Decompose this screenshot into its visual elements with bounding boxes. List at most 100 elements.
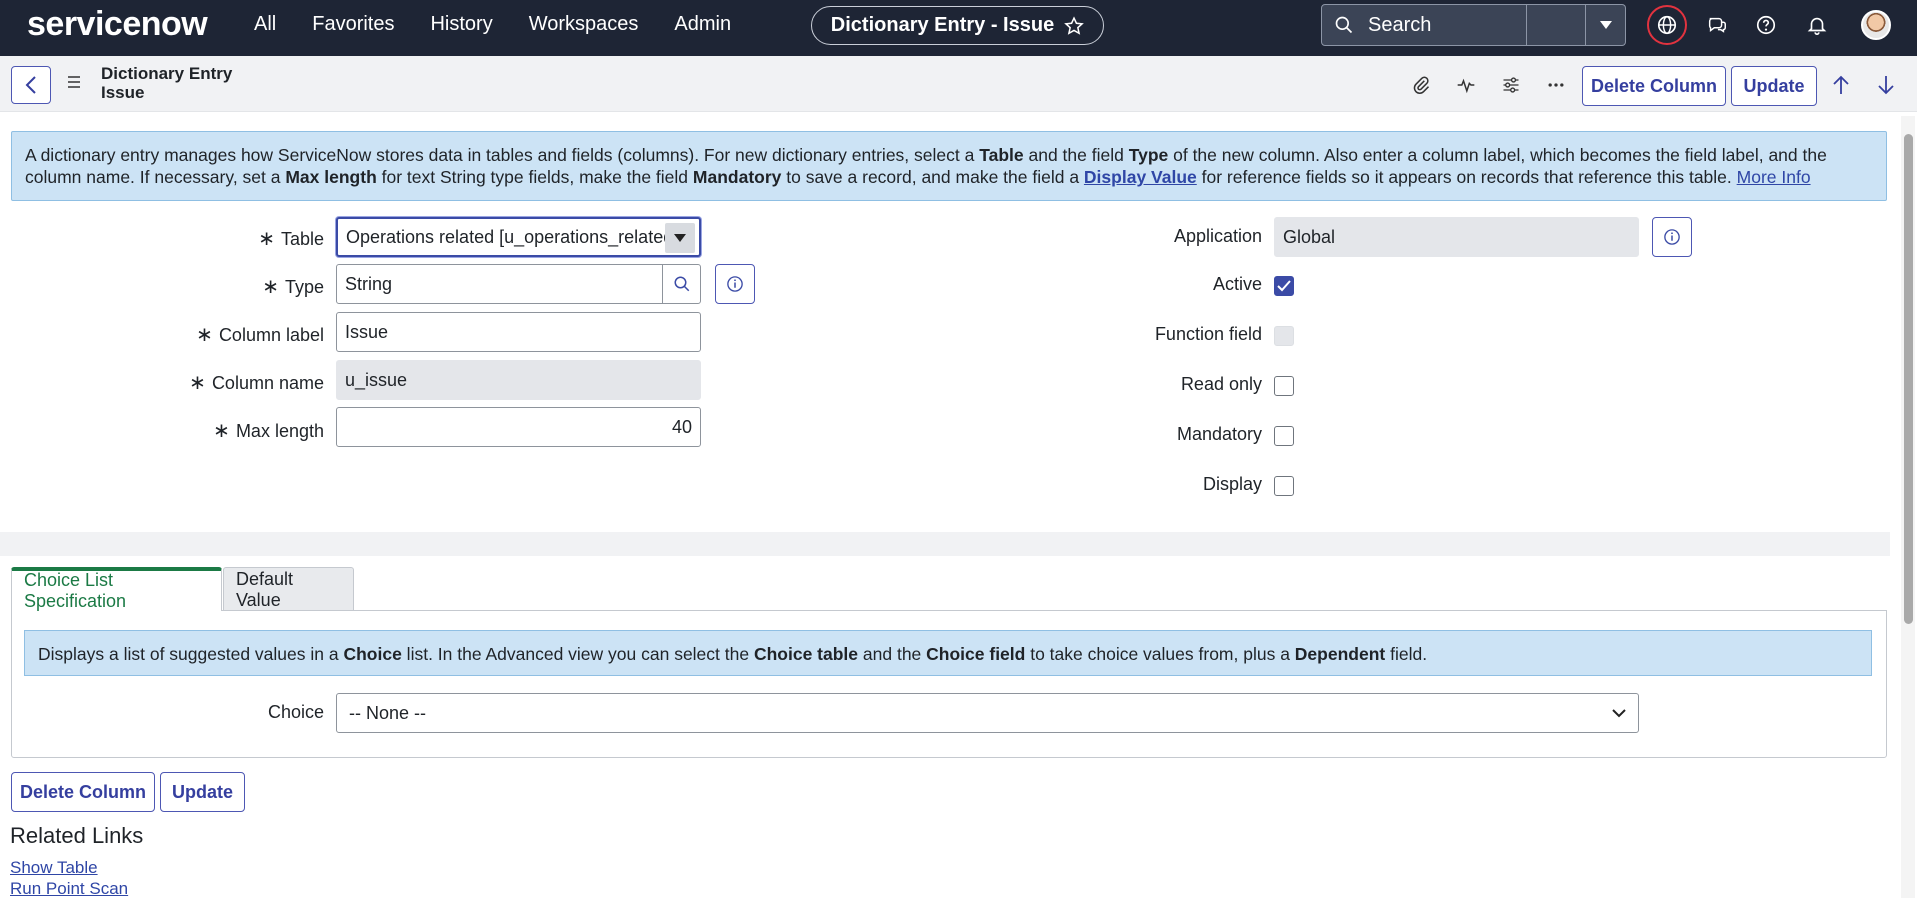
arrow-up-icon[interactable] [1826,70,1856,100]
search-field-extension [1527,4,1586,46]
application-label: Application [1173,226,1262,246]
top-navigation-bar: servicenow All Favorites History Workspa… [0,0,1917,56]
column-label-value: Issue [345,321,389,342]
info-bold-table: Table [979,145,1024,165]
table-label: ∗ Table [124,226,324,251]
column-label-label-text: Column label [218,325,324,345]
chat-icon[interactable] [1697,5,1737,45]
user-avatar[interactable] [1861,10,1891,40]
read-only-label: Read only [1180,374,1262,394]
run-point-scan-link[interactable]: Run Point Scan [10,879,128,899]
info-text: field. [1385,644,1428,664]
required-asterisk-icon: ∗ [258,228,275,250]
context-menu-icon[interactable] [66,74,82,90]
column-label-label: ∗ Column label [124,322,324,347]
mandatory-label: Mandatory [1176,424,1262,444]
back-button[interactable] [11,66,51,104]
active-checkbox[interactable] [1274,276,1294,296]
update-button[interactable]: Update [1731,66,1817,106]
mandatory-checkbox[interactable] [1274,426,1294,446]
type-input[interactable]: String [336,264,663,304]
star-icon[interactable] [1064,15,1085,36]
record-title: Dictionary Entry - Issue [830,14,1055,36]
nav-admin[interactable]: Admin [674,13,731,36]
activity-icon[interactable] [1451,70,1481,100]
table-label-text: Table [280,229,324,249]
column-name-value: u_issue [345,369,408,390]
form-title: Dictionary Entry Issue [101,64,232,102]
info-bold-dependent: Dependent [1294,644,1386,664]
max-length-label: ∗ Max length [124,418,324,443]
info-icon [726,275,744,293]
info-text: and the [858,644,927,664]
info-text: A dictionary entry manages how ServiceNo… [25,145,980,165]
caret-down-icon [1599,20,1613,30]
dropdown-arrow-icon[interactable] [665,223,695,253]
function-field-label: Function field [1154,324,1262,344]
active-label: Active [1212,274,1262,294]
help-icon[interactable] [1746,5,1786,45]
bell-icon[interactable] [1797,5,1837,45]
update-button-bottom[interactable]: Update [160,772,245,812]
search-input[interactable] [1366,12,1506,38]
choice-select[interactable]: -- None -- [336,693,1639,733]
section-divider [0,532,1890,556]
nav-links: All Favorites History Workspaces Admin [254,0,767,48]
settings-sliders-icon[interactable] [1496,70,1526,100]
form-title-record: Issue [101,83,145,102]
scrollbar-thumb[interactable] [1904,134,1913,624]
table-value: Operations related [u_operations_related… [346,226,679,247]
required-asterisk-icon: ∗ [213,420,230,442]
application-value: Global [1283,226,1336,247]
search-icon [673,275,691,293]
show-table-link[interactable]: Show Table [10,858,98,878]
form-title-table: Dictionary Entry [101,64,233,83]
application-info-button[interactable] [1652,217,1692,257]
search-scope-dropdown[interactable] [1586,4,1626,46]
tab-choice-list-specification[interactable]: Choice List Specification [11,567,222,611]
arrow-down-icon[interactable] [1871,70,1901,100]
column-label-input[interactable]: Issue [336,312,701,352]
nav-all[interactable]: All [254,13,276,36]
column-name-field: u_issue [336,360,701,400]
delete-column-button-bottom[interactable]: Delete Column [11,772,155,812]
more-options-icon[interactable] [1541,70,1571,100]
max-length-input[interactable]: 40 [336,407,701,447]
globe-icon[interactable] [1647,5,1687,45]
display-value-link[interactable]: Display Value [1084,167,1197,187]
info-text: list. In the Advanced view you can selec… [401,644,754,664]
info-bold-choice: Choice [343,644,402,664]
function-field-checkbox [1274,326,1294,346]
table-select[interactable]: Operations related [u_operations_related… [336,217,701,257]
display-checkbox[interactable] [1274,476,1294,496]
tab-default-value[interactable]: Default Value [223,567,354,611]
chevron-down-icon [1612,708,1626,718]
global-search[interactable] [1321,4,1527,46]
nav-favorites[interactable]: Favorites [312,13,394,36]
read-only-checkbox[interactable] [1274,376,1294,396]
form-header: Dictionary Entry Issue Delete Column Upd… [0,56,1917,112]
delete-column-button[interactable]: Delete Column [1582,66,1726,106]
info-icon [1663,228,1681,246]
record-title-pill[interactable]: Dictionary Entry - Issue [811,6,1104,45]
info-text: and the field [1023,145,1129,165]
choice-info-message: Displays a list of suggested values in a… [24,630,1872,676]
type-info-button[interactable] [715,264,755,304]
info-text: for text String type fields, make the fi… [376,167,693,187]
choice-value: -- None -- [349,702,427,723]
chevron-left-icon [25,76,37,94]
info-text: Displays a list of suggested values in a [38,644,344,664]
max-length-value: 40 [671,416,692,437]
nav-workspaces[interactable]: Workspaces [529,13,639,36]
type-lookup-button[interactable] [662,264,701,304]
paperclip-icon[interactable] [1406,70,1436,100]
servicenow-logo[interactable]: servicenow [27,4,208,44]
choice-label: Choice [267,702,324,722]
nav-history[interactable]: History [430,13,492,36]
more-info-link[interactable]: More Info [1737,167,1811,187]
related-links-title: Related Links [10,823,144,848]
info-bold-type: Type [1128,145,1169,165]
required-asterisk-icon: ∗ [196,324,213,346]
type-label: ∗ Type [124,274,324,299]
type-value: String [345,273,393,294]
